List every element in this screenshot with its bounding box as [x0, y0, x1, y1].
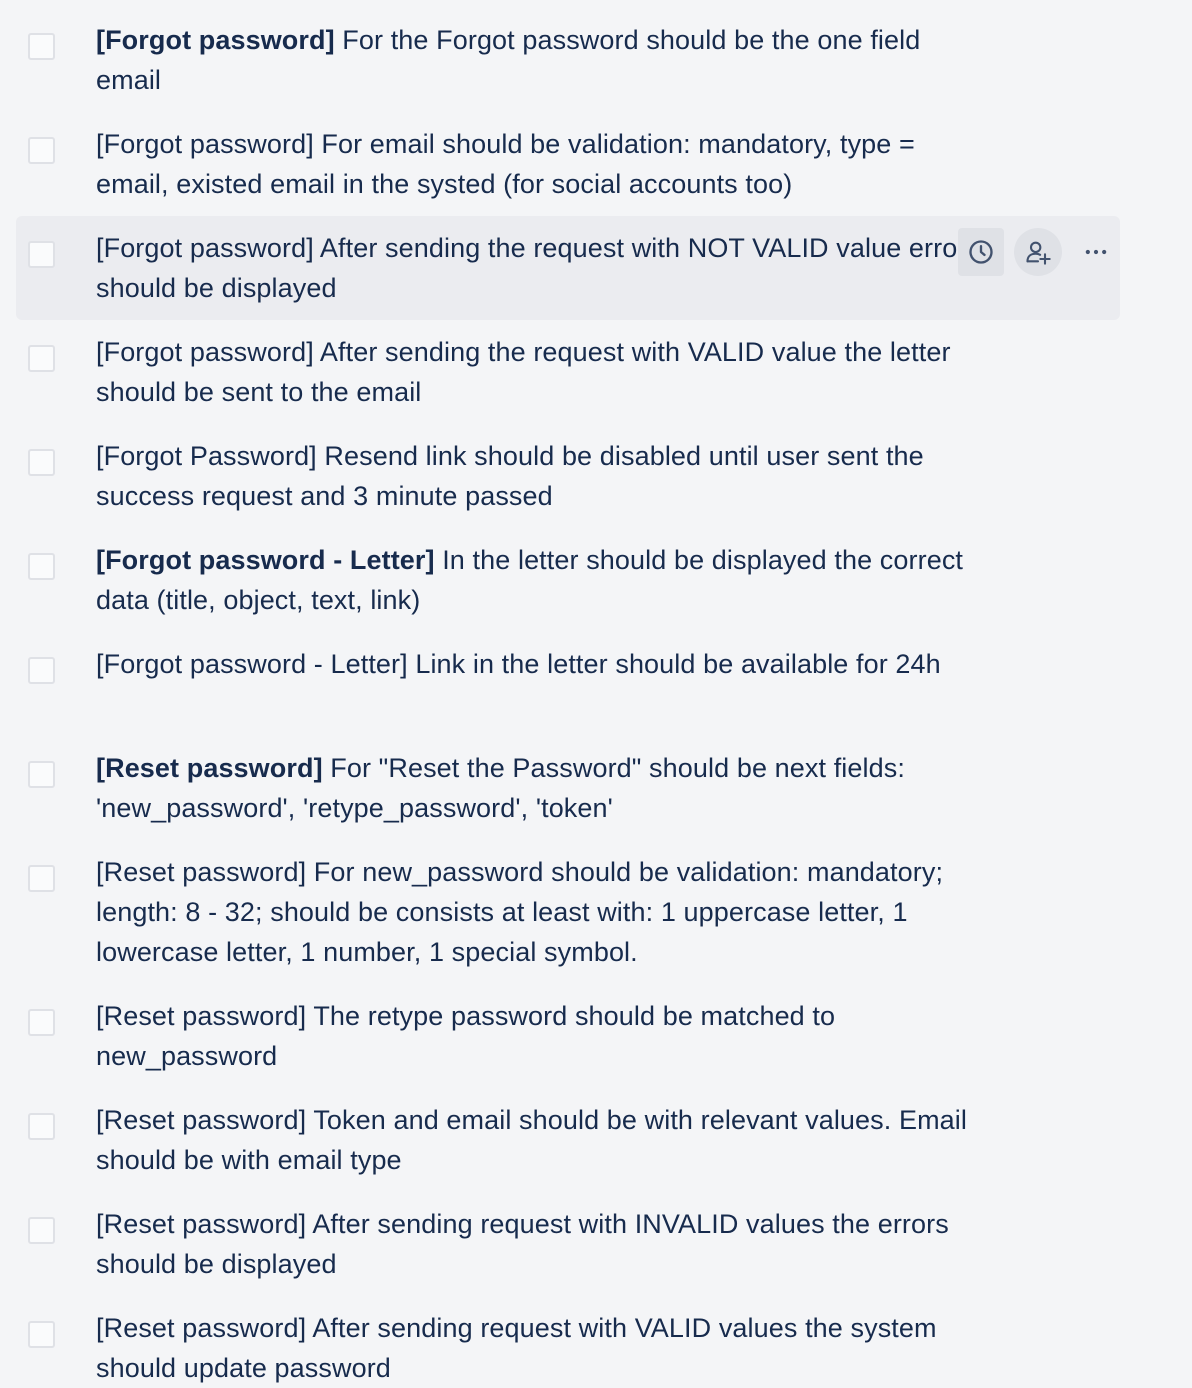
checklist-item[interactable]: [Forgot Password] Resend link should be …: [16, 424, 1120, 528]
checklist-item-tag: [Reset password]: [96, 1001, 307, 1031]
checklist-item-checkbox[interactable]: [28, 657, 55, 684]
checklist-item[interactable]: [Forgot password] For email should be va…: [16, 112, 1120, 212]
checklist-item-text[interactable]: [Reset password] For "Reset the Password…: [96, 748, 976, 828]
checklist-item[interactable]: [Forgot password] After sending the requ…: [16, 216, 1120, 320]
checklist-item-text[interactable]: [Forgot password] For email should be va…: [96, 124, 976, 204]
checklist-item-checkbox[interactable]: [28, 241, 55, 268]
checklist-item-checkbox[interactable]: [28, 553, 55, 580]
checklist-item-text[interactable]: [Forgot password] For the Forgot passwor…: [96, 20, 976, 100]
checklist-item-tag: [Reset password]: [96, 1313, 307, 1343]
due-date-button[interactable]: [958, 228, 1004, 276]
checklist-item[interactable]: [Reset password] The retype password sho…: [16, 984, 1120, 1088]
checklist-item-tag: [Reset password]: [96, 1209, 307, 1239]
checklist-item-tag: [Forgot password]: [96, 337, 314, 367]
checklist-item-text[interactable]: [Reset password] After sending request w…: [96, 1308, 976, 1388]
checklist-item-tag: [Forgot password]: [96, 129, 314, 159]
checklist-item[interactable]: [Forgot password - Letter] In the letter…: [16, 528, 1120, 632]
checklist-item-text[interactable]: [Reset password] Token and email should …: [96, 1100, 976, 1180]
checklist-item-tag: [Forgot password - Letter]: [96, 649, 408, 679]
checklist-item-checkbox[interactable]: [28, 865, 55, 892]
checklist-item-checkbox[interactable]: [28, 345, 55, 372]
checklist-item[interactable]: [Forgot password - Letter] Link in the l…: [16, 632, 1120, 736]
checklist-item-checkbox[interactable]: [28, 449, 55, 476]
checklist-item[interactable]: [Forgot password] For the Forgot passwor…: [16, 12, 1120, 108]
checklist: [Forgot password] For the Forgot passwor…: [0, 0, 1192, 1388]
clock-icon: [969, 240, 993, 264]
checklist-item-text[interactable]: [Forgot password] After sending the requ…: [96, 332, 976, 412]
checklist-item-checkbox[interactable]: [28, 137, 55, 164]
checklist-item[interactable]: [Reset password] For "Reset the Password…: [16, 736, 1120, 840]
checklist-item-checkbox[interactable]: [28, 1321, 55, 1348]
checklist-item-actions: [958, 228, 1120, 276]
add-user-icon: [1026, 241, 1051, 265]
checklist-item-text[interactable]: [Forgot password] After sending the requ…: [96, 228, 976, 308]
more-horizontal-icon: [1085, 249, 1107, 255]
checklist-item-tag: [Forgot password]: [96, 233, 314, 263]
checklist-item[interactable]: [Forgot password] After sending the requ…: [16, 320, 1120, 424]
more-actions-button[interactable]: [1072, 228, 1120, 276]
checklist-item[interactable]: [Reset password] After sending request w…: [16, 1192, 1120, 1296]
assign-member-button[interactable]: [1014, 228, 1062, 276]
checklist-item-checkbox[interactable]: [28, 33, 55, 60]
checklist-item[interactable]: [Reset password] After sending request w…: [16, 1296, 1120, 1388]
checklist-item-text[interactable]: [Forgot password - Letter] In the letter…: [96, 540, 976, 620]
checklist-item-text[interactable]: [Reset password] For new_password should…: [96, 852, 976, 972]
checklist-item-text[interactable]: [Forgot password - Letter] Link in the l…: [96, 644, 976, 684]
checklist-item-text[interactable]: [Forgot Password] Resend link should be …: [96, 436, 976, 516]
checklist-item-text[interactable]: [Reset password] After sending request w…: [96, 1204, 976, 1284]
checklist-item-checkbox[interactable]: [28, 1113, 55, 1140]
checklist-item-tag: [Forgot Password]: [96, 441, 317, 471]
checklist-item-tag: [Reset password]: [96, 753, 323, 783]
checklist-item-tag: [Reset password]: [96, 857, 307, 887]
checklist-item-text[interactable]: [Reset password] The retype password sho…: [96, 996, 976, 1076]
checklist-item-tag: [Forgot password - Letter]: [96, 545, 435, 575]
checklist-item-body: Link in the letter should be available f…: [407, 649, 941, 679]
checklist-item-tag: [Forgot password]: [96, 25, 335, 55]
checklist-item-checkbox[interactable]: [28, 1217, 55, 1244]
checklist-item-checkbox[interactable]: [28, 761, 55, 788]
checklist-item[interactable]: [Reset password] For new_password should…: [16, 840, 1120, 984]
checklist-item[interactable]: [Reset password] Token and email should …: [16, 1088, 1120, 1192]
checklist-item-checkbox[interactable]: [28, 1009, 55, 1036]
checklist-item-tag: [Reset password]: [96, 1105, 307, 1135]
